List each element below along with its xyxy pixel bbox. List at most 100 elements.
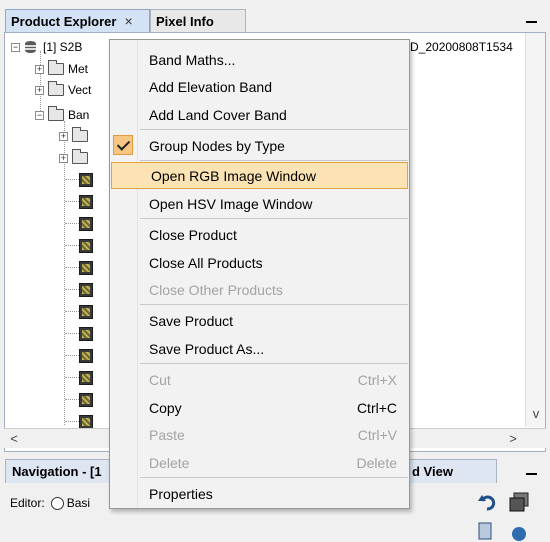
tree-row-band[interactable] (79, 236, 93, 256)
tree-row-metadata[interactable]: + Met (35, 59, 88, 79)
menu-item-label: Copy (149, 399, 182, 416)
menu-item-delete[interactable]: Delete Delete (110, 449, 409, 476)
menu-item-save-product-as[interactable]: Save Product As... (110, 335, 409, 362)
collapse-icon[interactable]: − (35, 110, 44, 120)
expand-icon[interactable]: + (35, 64, 44, 74)
tab-navigation[interactable]: Navigation - [1 (5, 459, 110, 483)
tree-row-band[interactable] (79, 258, 93, 278)
menu-item-label: Save Product As... (149, 340, 265, 357)
menu-item-close-product[interactable]: Close Product (110, 221, 409, 248)
menu-item-open-hsv-image-window[interactable]: Open HSV Image Window (110, 190, 409, 217)
tree-row-band[interactable] (79, 302, 93, 322)
menu-item-copy[interactable]: Copy Ctrl+C (110, 394, 409, 421)
windows-icon[interactable] (508, 491, 530, 513)
tree-row-band[interactable] (79, 368, 93, 388)
minimize-icon[interactable] (526, 463, 538, 477)
menu-item-shortcut: Ctrl+V (357, 426, 397, 443)
tree-guide (65, 421, 79, 422)
tab-world-view[interactable]: d View (405, 459, 497, 483)
menu-item-cut[interactable]: Cut Ctrl+X (110, 366, 409, 393)
tab-pixel-info[interactable]: Pixel Info (150, 9, 246, 32)
tree-row-band[interactable] (79, 192, 93, 212)
sync-icon[interactable] (476, 492, 498, 514)
tree-guide (65, 399, 79, 400)
menu-item-band-maths[interactable]: Band Maths... (110, 46, 409, 73)
band-icon (79, 371, 93, 385)
tree-row-subfolder[interactable]: + (59, 148, 92, 168)
tree-row-band[interactable] (79, 346, 93, 366)
tree-row-band[interactable] (79, 214, 93, 234)
tree-guide (65, 377, 79, 378)
copy-icon[interactable] (476, 520, 498, 542)
scroll-right-icon[interactable]: > (506, 431, 520, 446)
product-icon (24, 40, 38, 54)
menu-item-label: Close Other Products (149, 281, 283, 298)
collapse-icon[interactable]: − (11, 42, 20, 52)
band-icon (79, 217, 93, 231)
tree-guide (65, 245, 79, 246)
vertical-scrollbar[interactable]: v (525, 33, 545, 427)
tree-row-band[interactable] (79, 170, 93, 190)
close-icon[interactable]: × (124, 13, 132, 29)
tab-pixel-info-label: Pixel Info (156, 13, 214, 29)
menu-item-add-land-cover-band[interactable]: Add Land Cover Band (110, 101, 409, 128)
tree-row-band[interactable] (79, 280, 93, 300)
band-icon (79, 349, 93, 363)
tree-guide (65, 355, 79, 356)
menu-item-label: Properties (149, 485, 213, 502)
menu-item-group-nodes-by-type[interactable]: Group Nodes by Type (110, 132, 409, 159)
menu-item-label: Close Product (149, 226, 237, 243)
scroll-down-icon[interactable]: v (529, 406, 543, 421)
expand-icon[interactable]: + (59, 131, 68, 141)
menu-item-shortcut: Ctrl+X (357, 371, 397, 388)
tree-row-band[interactable] (79, 390, 93, 410)
menu-separator (140, 160, 408, 161)
band-icon (79, 261, 93, 275)
minimize-icon[interactable] (526, 11, 538, 25)
menu-item-add-elevation-band[interactable]: Add Elevation Band (110, 73, 409, 100)
tree-row-vector[interactable]: + Vect (35, 80, 91, 100)
menu-item-label: Group Nodes by Type (149, 137, 285, 154)
menu-item-properties[interactable]: Properties (110, 480, 409, 507)
tree-row-bands[interactable]: − Ban (35, 105, 89, 125)
menu-item-label: Close All Products (149, 254, 263, 271)
tree-row-product[interactable]: − [1] S2B (11, 37, 82, 57)
menu-item-close-other-products[interactable]: Close Other Products (110, 276, 409, 303)
tree-guide (65, 223, 79, 224)
menu-separator (140, 477, 408, 478)
editor-label: Editor: (10, 496, 45, 510)
expand-icon[interactable]: + (59, 153, 68, 163)
band-icon (79, 393, 93, 407)
menu-item-open-rgb-image-window[interactable]: Open RGB Image Window (111, 162, 408, 189)
menu-separator (140, 218, 408, 219)
tree-guide (65, 267, 79, 268)
editor-row: Editor: Basi (10, 496, 90, 510)
tree-row-band[interactable] (79, 324, 93, 344)
check-icon (113, 135, 133, 155)
product-label-tail-row: D_20200808T1534 (410, 37, 513, 57)
refresh-icon[interactable] (508, 520, 530, 542)
tab-navigation-label: Navigation - [1 (12, 464, 102, 479)
menu-item-label: Add Land Cover Band (149, 106, 287, 123)
radio-basic[interactable] (50, 496, 64, 510)
folder-open-icon (48, 106, 64, 121)
menu-item-save-product[interactable]: Save Product (110, 307, 409, 334)
tree-row-subfolder[interactable]: + (59, 126, 92, 146)
menu-item-paste[interactable]: Paste Ctrl+V (110, 421, 409, 448)
tab-product-explorer[interactable]: Product Explorer × (5, 9, 150, 32)
menu-item-close-all-products[interactable]: Close All Products (110, 249, 409, 276)
menu-item-label: Band Maths... (149, 51, 236, 68)
node-label: Met (68, 62, 89, 76)
context-menu: Band Maths... Add Elevation Band Add Lan… (109, 39, 410, 509)
tab-world-view-label: d View (412, 464, 453, 479)
menu-item-shortcut: Ctrl+C (356, 399, 397, 416)
menu-item-label: Delete (149, 454, 190, 471)
expand-icon[interactable]: + (35, 85, 44, 95)
scroll-left-icon[interactable]: < (7, 431, 21, 446)
menu-item-label: Paste (149, 426, 185, 443)
tree-guide (65, 311, 79, 312)
node-label: Ban (68, 108, 90, 122)
folder-icon (72, 149, 88, 164)
menu-item-label: Add Elevation Band (149, 78, 272, 95)
product-label: [1] S2B (43, 40, 83, 54)
